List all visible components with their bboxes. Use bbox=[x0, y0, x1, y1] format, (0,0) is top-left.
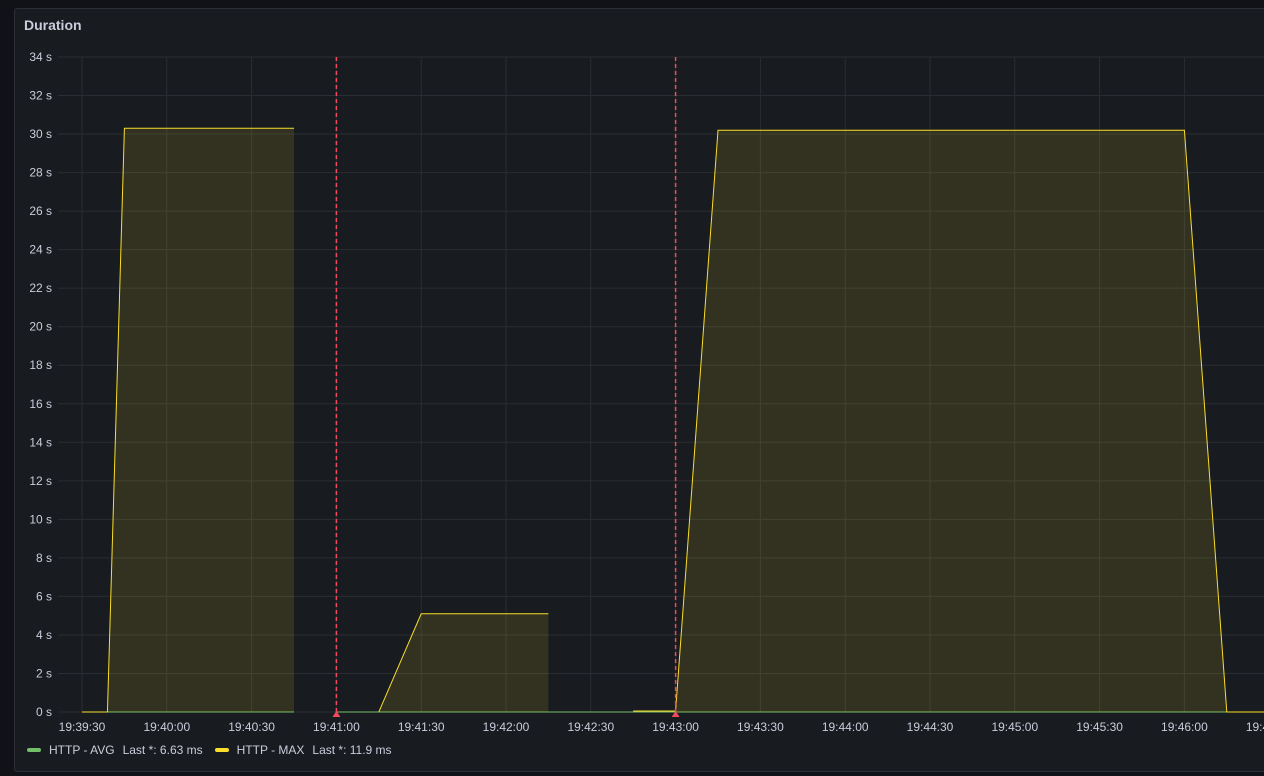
legend-label-max: HTTP - MAX bbox=[236, 743, 305, 757]
legend-swatch-avg bbox=[27, 748, 41, 752]
y-tick-label: 32 s bbox=[29, 89, 52, 103]
y-tick-label: 22 s bbox=[29, 281, 52, 295]
y-tick-label: 0 s bbox=[36, 705, 52, 719]
x-tick-label: 19:39:30 bbox=[59, 720, 106, 734]
x-tick-label: 19:41:00 bbox=[313, 720, 360, 734]
y-tick-label: 16 s bbox=[29, 397, 52, 411]
x-tick-label: 19:44:30 bbox=[907, 720, 954, 734]
x-tick-label: 19:42:00 bbox=[483, 720, 530, 734]
y-tick-label: 26 s bbox=[29, 204, 52, 218]
x-tick-label: 19:43:00 bbox=[652, 720, 699, 734]
x-tick-label: 19:43:30 bbox=[737, 720, 784, 734]
y-tick-label: 12 s bbox=[29, 474, 52, 488]
legend-swatch-max bbox=[214, 748, 229, 752]
x-tick-label: 19:46:30 bbox=[1246, 720, 1264, 734]
y-tick-label: 14 s bbox=[29, 435, 52, 449]
legend-stat-avg: Last *: 6.63 ms bbox=[122, 743, 203, 757]
legend-item-avg[interactable]: HTTP - AVG Last *: 6.63 ms bbox=[27, 743, 203, 757]
y-tick-label: 30 s bbox=[29, 127, 52, 141]
legend-stat-max: Last *: 11.9 ms bbox=[312, 743, 392, 757]
x-tick-label: 19:44:00 bbox=[822, 720, 869, 734]
series-area-max bbox=[82, 128, 294, 712]
y-tick-label: 6 s bbox=[36, 589, 52, 603]
y-tick-label: 18 s bbox=[29, 358, 52, 372]
y-tick-label: 10 s bbox=[29, 512, 52, 526]
y-tick-label: 4 s bbox=[36, 628, 52, 642]
series-area-max bbox=[633, 130, 1264, 712]
x-tick-label: 19:45:00 bbox=[991, 720, 1038, 734]
y-tick-label: 28 s bbox=[29, 166, 52, 180]
x-tick-label: 19:42:30 bbox=[567, 720, 614, 734]
series-area-max bbox=[378, 613, 549, 712]
duration-chart[interactable]: 0 s 2 s 4 s 6 s 8 s 10 s 12 s 14 s 16 s 18 s 20 s 2… bbox=[0, 0, 1264, 776]
legend-item-max[interactable]: HTTP - MAX Last *: 11.9 ms bbox=[214, 743, 392, 757]
y-tick-label: 24 s bbox=[29, 243, 52, 257]
y-tick-label: 34 s bbox=[29, 50, 52, 64]
y-tick-label: 20 s bbox=[29, 320, 52, 334]
y-tick-label: 2 s bbox=[36, 666, 52, 680]
legend: HTTP - AVG Last *: 6.63 ms HTTP - MAX La… bbox=[27, 743, 392, 757]
x-tick-label: 19:40:00 bbox=[143, 720, 190, 734]
legend-label-avg: HTTP - AVG bbox=[49, 743, 115, 757]
x-tick-label: 19:40:30 bbox=[228, 720, 275, 734]
x-tick-label: 19:46:00 bbox=[1161, 720, 1208, 734]
y-tick-label: 8 s bbox=[36, 551, 52, 565]
x-tick-label: 19:41:30 bbox=[398, 720, 445, 734]
x-tick-label: 19:45:30 bbox=[1076, 720, 1123, 734]
